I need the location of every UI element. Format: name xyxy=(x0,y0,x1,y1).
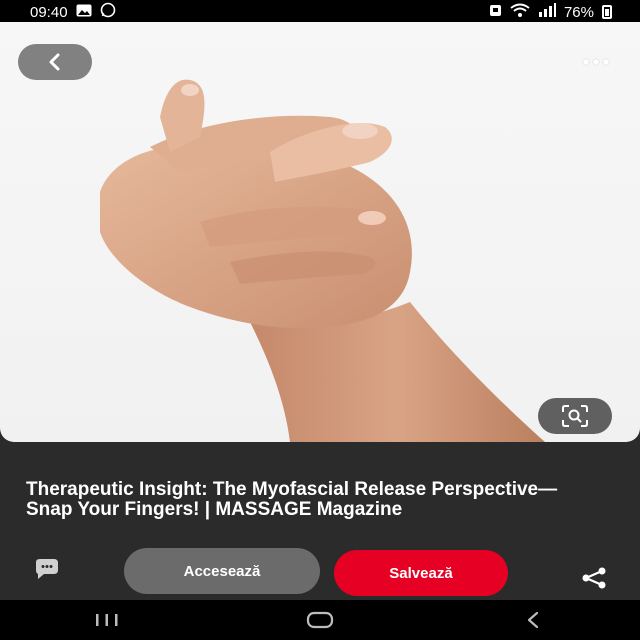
share-button[interactable] xyxy=(576,564,612,592)
save-button[interactable]: Salvează xyxy=(334,550,508,596)
visual-search-icon xyxy=(562,405,588,427)
back-button[interactable] xyxy=(18,44,92,80)
chevron-left-icon xyxy=(49,53,60,71)
visual-search-button[interactable] xyxy=(538,398,612,434)
battery-icon xyxy=(602,5,612,19)
more-horizontal-icon xyxy=(583,59,589,65)
recent-apps-button[interactable] xyxy=(77,605,137,635)
status-time: 09:40 xyxy=(30,3,68,21)
gallery-icon xyxy=(76,4,92,21)
battery-level: 76% xyxy=(563,3,594,21)
system-nav-bar xyxy=(0,600,640,640)
visit-button[interactable]: Accesează xyxy=(124,548,320,594)
recent-apps-icon xyxy=(95,614,118,626)
pin-title: Therapeutic Insight: The Myofascial Rele… xyxy=(26,479,558,520)
signal-icon xyxy=(538,3,556,21)
notification-icon xyxy=(489,3,502,21)
pin-image[interactable] xyxy=(0,22,640,442)
status-bar: 09:40 76% xyxy=(0,0,640,24)
hand-snap-image xyxy=(100,79,545,442)
back-arrow-icon xyxy=(528,611,539,629)
wifi-icon xyxy=(510,3,530,21)
home-button[interactable] xyxy=(290,605,350,635)
whatsapp-icon xyxy=(100,2,116,22)
comment-icon xyxy=(36,559,58,579)
home-icon xyxy=(306,611,334,629)
system-back-button[interactable] xyxy=(503,605,563,635)
screen: 09:40 76% Therapeutic Insight: The Myofa… xyxy=(0,0,640,640)
more-options-button[interactable] xyxy=(576,52,616,72)
comment-button[interactable] xyxy=(28,556,66,584)
status-left: 09:40 xyxy=(30,2,116,22)
status-right: 76% xyxy=(489,3,612,21)
share-icon xyxy=(582,567,606,589)
